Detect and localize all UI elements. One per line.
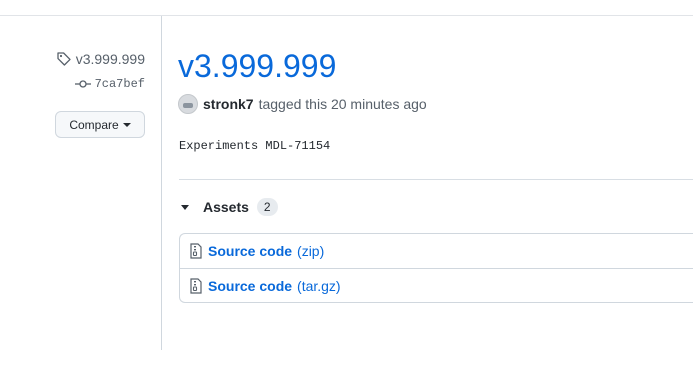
avatar[interactable] (178, 94, 198, 114)
chevron-down-icon (122, 122, 131, 127)
compare-button[interactable]: Compare (55, 111, 145, 138)
sidebar-tag-label: v3.999.999 (75, 51, 145, 67)
assets-toggle[interactable]: Assets 2 (181, 198, 278, 216)
tagged-text: tagged this 20 minutes ago (258, 96, 427, 112)
sidebar-divider (161, 16, 162, 350)
file-zip-icon (189, 277, 203, 294)
git-commit-icon (74, 78, 91, 90)
asset-ext[interactable]: (zip) (297, 243, 324, 259)
author-link[interactable]: stronk7 (203, 96, 254, 112)
sidebar-commit-label: 7ca7bef (94, 77, 145, 91)
release-byline: stronk7 tagged this 20 minutes ago (178, 94, 427, 114)
asset-name[interactable]: Source code (208, 243, 292, 259)
release-notes: Experiments MDL-71154 (179, 139, 331, 153)
assets-count-badge: 2 (256, 198, 278, 216)
release-title[interactable]: v3.999.999 (178, 46, 336, 86)
sidebar-commit-link[interactable]: 7ca7bef (74, 77, 145, 91)
sidebar-tag-link[interactable]: v3.999.999 (56, 51, 145, 67)
assets-label: Assets (203, 199, 249, 215)
triangle-down-icon (181, 204, 189, 210)
asset-row[interactable]: Source code (tar.gz) (180, 268, 693, 302)
release-divider (179, 179, 693, 180)
compare-label: Compare (69, 117, 119, 132)
asset-name[interactable]: Source code (208, 278, 292, 294)
asset-ext[interactable]: (tar.gz) (297, 278, 341, 294)
tag-icon (56, 51, 72, 67)
top-divider (0, 15, 693, 16)
assets-list: Source code (zip) Source code (tar.gz) (179, 233, 693, 303)
file-zip-icon (189, 243, 203, 259)
asset-row[interactable]: Source code (zip) (180, 234, 693, 268)
